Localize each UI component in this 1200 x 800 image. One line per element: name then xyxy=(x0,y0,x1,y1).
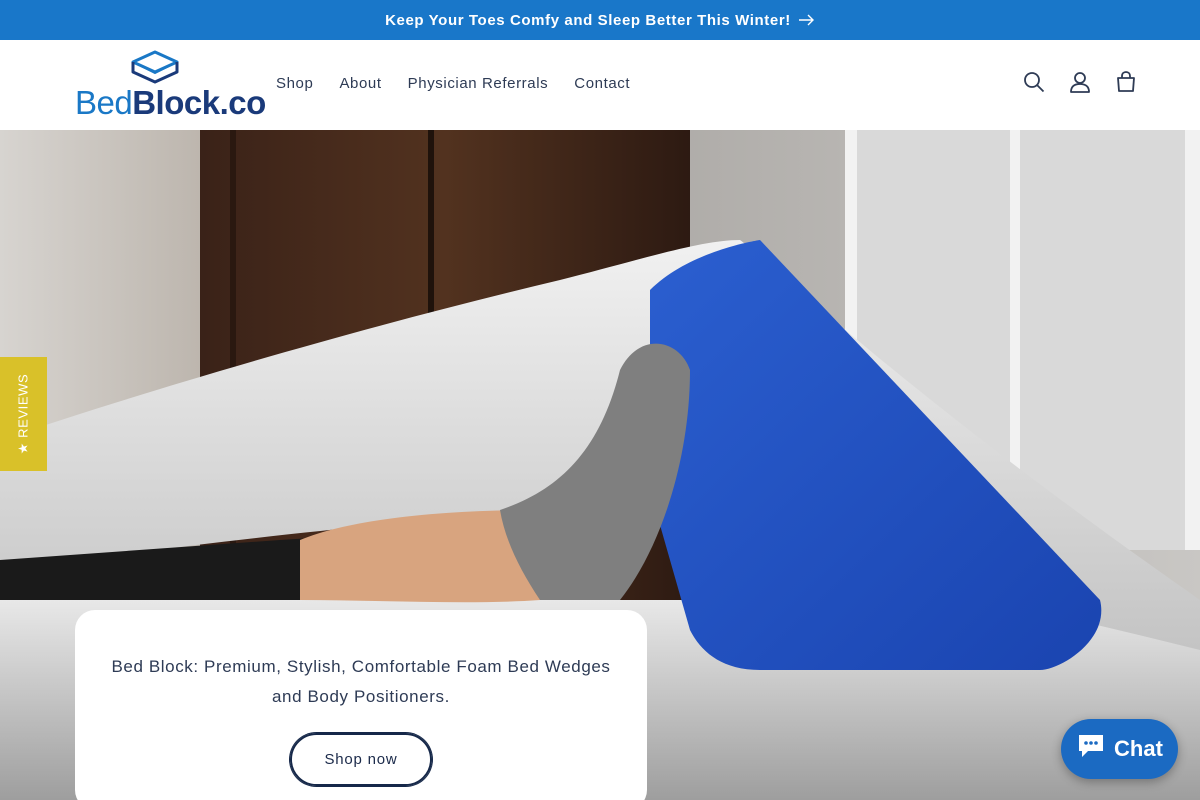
nav-item-about[interactable]: About xyxy=(326,74,394,94)
header-icons xyxy=(1022,68,1138,96)
cart-icon[interactable] xyxy=(1114,68,1138,96)
site-logo[interactable]: BedBlock.co xyxy=(75,48,266,121)
hero-banner: Bed Block: Premium, Stylish, Comfortable… xyxy=(0,130,1200,800)
logo-text-block: Block.co xyxy=(132,84,266,121)
nav-item-shop[interactable]: Shop xyxy=(263,74,326,94)
chat-label: Chat xyxy=(1114,736,1163,761)
announcement-text[interactable]: Keep Your Toes Comfy and Sleep Better Th… xyxy=(385,12,791,29)
account-icon[interactable] xyxy=(1068,68,1092,96)
hero-card: Bed Block: Premium, Stylish, Comfortable… xyxy=(75,610,647,800)
chat-bubble-icon xyxy=(1076,732,1114,766)
nav-item-physician-referrals[interactable]: Physician Referrals xyxy=(395,74,562,94)
main-nav: Shop About Physician Referrals Contact xyxy=(263,74,643,94)
reviews-tab-label: ★ REVIEWS xyxy=(15,373,31,455)
announcement-bar[interactable]: Keep Your Toes Comfy and Sleep Better Th… xyxy=(0,0,1200,40)
shop-now-button[interactable]: Shop now xyxy=(290,733,432,786)
chat-button[interactable]: Chat xyxy=(1061,719,1178,779)
hero-headline: Bed Block: Premium, Stylish, Comfortable… xyxy=(111,657,611,706)
arrow-right-icon xyxy=(798,14,815,26)
search-icon[interactable] xyxy=(1022,68,1046,96)
site-header: BedBlock.co Shop About Physician Referra… xyxy=(0,40,1200,130)
logo-wordmark: BedBlock.co xyxy=(75,84,266,122)
nav-item-contact[interactable]: Contact xyxy=(561,74,643,94)
reviews-tab[interactable]: ★ REVIEWS xyxy=(0,357,47,471)
logo-text-bed: Bed xyxy=(75,84,133,121)
